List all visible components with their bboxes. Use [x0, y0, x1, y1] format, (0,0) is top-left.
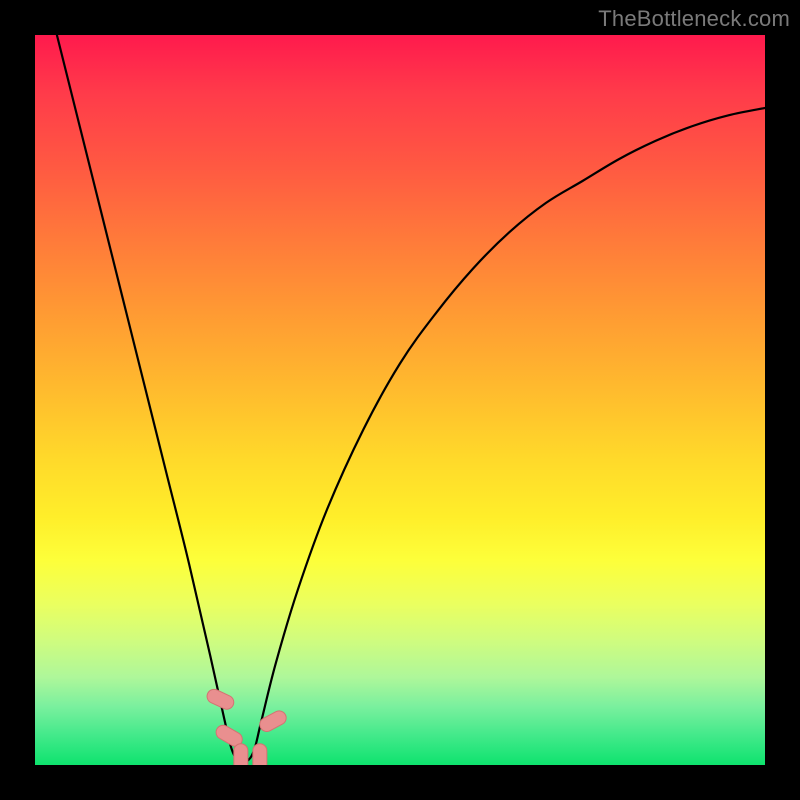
- marker-right-end: [257, 708, 288, 734]
- bottleneck-curve: [57, 35, 765, 763]
- plot-area: [35, 35, 765, 765]
- curve-markers: [205, 687, 289, 765]
- chart-frame: TheBottleneck.com: [0, 0, 800, 800]
- bottleneck-curve-svg: [35, 35, 765, 765]
- marker-left-start: [205, 687, 236, 712]
- marker-valley-left: [234, 744, 248, 765]
- marker-valley-right: [253, 744, 267, 765]
- watermark-text: TheBottleneck.com: [598, 6, 790, 32]
